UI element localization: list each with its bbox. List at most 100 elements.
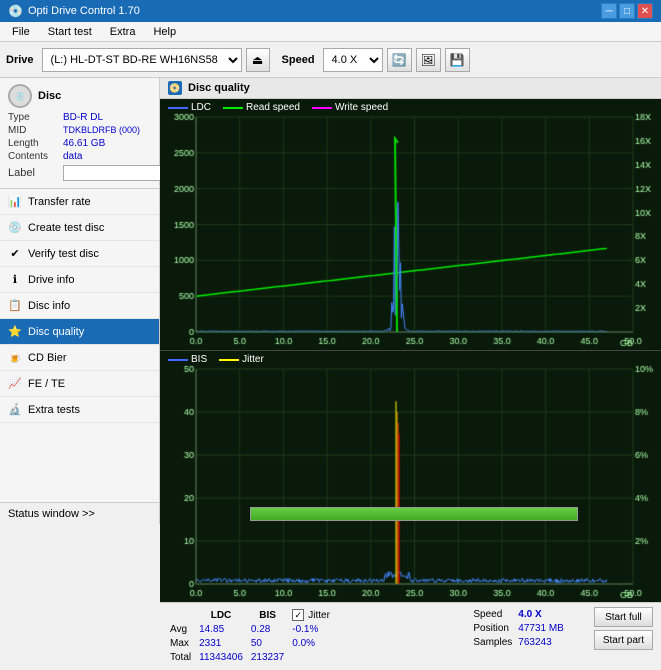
disc-label-label: Label <box>8 167 63 179</box>
speed-select[interactable]: 4.0 X 1.0 X 2.0 X 8.0 X <box>323 48 383 72</box>
disc-mid-row: MID TDKBLDRFB (000) <box>8 125 151 136</box>
disc-quality-title: Disc quality <box>188 82 250 94</box>
max-ldc: 2331 <box>199 638 249 650</box>
disc-contents-value: data <box>63 151 82 162</box>
verify-test-disc-icon: ✔ <box>8 247 22 261</box>
disc-length-row: Length 46.61 GB <box>8 138 151 149</box>
chart1-container: LDC Read speed Write speed <box>160 99 661 351</box>
disc-mid-label: MID <box>8 125 63 136</box>
drive-info-icon: ℹ <box>8 273 22 287</box>
jitter-legend-label: Jitter <box>242 354 264 365</box>
stats-right-table: Speed 4.0 X Position 47731 MB Samples 76… <box>471 607 570 651</box>
disc-label-row: Label ⚙ <box>8 164 151 182</box>
max-jitter: 0.0% <box>292 638 334 650</box>
app-title: Opti Drive Control 1.70 <box>28 5 140 17</box>
avg-label: Avg <box>170 624 197 636</box>
eject-button[interactable]: ⏏ <box>246 48 270 72</box>
menu-start-test[interactable]: Start test <box>40 24 100 40</box>
chart1-legend: LDC Read speed Write speed <box>168 102 388 113</box>
image-button[interactable]: 🖼 <box>416 48 441 72</box>
menu-extra[interactable]: Extra <box>102 24 144 40</box>
sidebar-item-disc-info-label: Disc info <box>28 300 70 312</box>
disc-length-value: 46.61 GB <box>63 138 105 149</box>
position-value: 47731 MB <box>518 623 568 635</box>
stats-right: Speed 4.0 X Position 47731 MB Samples 76… <box>471 607 570 651</box>
disc-section-title: Disc <box>38 90 61 102</box>
bis-col-header: BIS <box>251 609 290 622</box>
save-button[interactable]: 💾 <box>445 48 470 72</box>
sidebar-item-transfer-rate[interactable]: 📊 Transfer rate <box>0 189 159 215</box>
ldc-col-header: LDC <box>199 609 249 622</box>
legend-write-speed: Write speed <box>312 102 388 113</box>
sidebar-item-drive-info-label: Drive info <box>28 274 74 286</box>
title-bar-left: 💿 Opti Drive Control 1.70 <box>8 4 140 18</box>
extra-tests-icon: 🔬 <box>8 403 22 417</box>
sidebar-item-disc-quality[interactable]: ⭐ Disc quality <box>0 319 159 345</box>
sidebar-item-cd-bier-label: CD Bier <box>28 352 67 364</box>
status-window-label: Status window >> <box>8 508 95 520</box>
sidebar-item-create-test-disc[interactable]: 💿 Create test disc <box>0 215 159 241</box>
status-window-button[interactable]: Status window >> <box>0 503 160 524</box>
transfer-rate-icon: 📊 <box>8 195 22 209</box>
speed-right-label: Speed <box>473 609 516 621</box>
sidebar-item-extra-tests-label: Extra tests <box>28 404 80 416</box>
start-buttons: Start full Start part <box>594 607 653 650</box>
maximize-button[interactable]: □ <box>619 3 635 19</box>
start-part-button[interactable]: Start part <box>594 630 653 650</box>
disc-quality-icon: ⭐ <box>8 325 22 339</box>
jitter-checkbox[interactable]: ✓ <box>292 609 304 621</box>
total-bis: 213237 <box>251 652 290 664</box>
avg-bis: 0.28 <box>251 624 290 636</box>
main-layout: 💿 Disc Type BD-R DL MID TDKBLDRFB (000) … <box>0 78 661 502</box>
sidebar-item-drive-info[interactable]: ℹ Drive info <box>0 267 159 293</box>
avg-jitter: -0.1% <box>292 624 334 636</box>
disc-info-icon: 📋 <box>8 299 22 313</box>
disc-type-row: Type BD-R DL <box>8 112 151 123</box>
drive-label: Drive <box>6 54 34 66</box>
disc-quality-header-icon: 📀 <box>168 81 182 95</box>
chart2-legend: BIS Jitter <box>168 354 264 365</box>
sidebar-item-disc-quality-label: Disc quality <box>28 326 84 338</box>
stats-panel: LDC BIS ✓ Jitter Avg 14.85 0.28 -0.1% <box>160 602 661 670</box>
legend-ldc: LDC <box>168 102 211 113</box>
progress-bar-container <box>250 507 578 521</box>
read-speed-legend-label: Read speed <box>246 102 300 113</box>
jitter-section: ✓ Jitter <box>292 609 330 621</box>
refresh-button[interactable]: 🔄 <box>387 48 412 72</box>
right-panel: 📀 Disc quality LDC Read speed <box>160 78 661 502</box>
menu-file[interactable]: File <box>4 24 38 40</box>
sidebar-item-fe-te-label: FE / TE <box>28 378 65 390</box>
fe-te-icon: 📈 <box>8 377 22 391</box>
sidebar-item-disc-info[interactable]: 📋 Disc info <box>0 293 159 319</box>
menu-help[interactable]: Help <box>145 24 184 40</box>
minimize-button[interactable]: ─ <box>601 3 617 19</box>
sidebar-item-fe-te[interactable]: 📈 FE / TE <box>0 371 159 397</box>
chart2-container: BIS Jitter <box>160 351 661 602</box>
disc-type-value: BD-R DL <box>63 112 103 123</box>
chart1-canvas <box>160 99 661 350</box>
stats-table: LDC BIS ✓ Jitter Avg 14.85 0.28 -0.1% <box>168 607 336 666</box>
position-label: Position <box>473 623 516 635</box>
read-speed-legend-color <box>223 107 243 109</box>
legend-jitter: Jitter <box>219 354 264 365</box>
chart2-canvas <box>160 351 661 602</box>
disc-icon: 💿 <box>8 84 32 108</box>
sidebar-item-cd-bier[interactable]: 🍺 CD Bier <box>0 345 159 371</box>
menu-bar: File Start test Extra Help <box>0 22 661 42</box>
bis-legend-label: BIS <box>191 354 207 365</box>
speed-label: Speed <box>282 54 315 66</box>
start-full-button[interactable]: Start full <box>594 607 653 627</box>
sidebar-item-verify-test-disc-label: Verify test disc <box>28 248 99 260</box>
disc-contents-label: Contents <box>8 151 63 162</box>
disc-mid-value: TDKBLDRFB (000) <box>63 125 140 136</box>
close-button[interactable]: ✕ <box>637 3 653 19</box>
sidebar-item-extra-tests[interactable]: 🔬 Extra tests <box>0 397 159 423</box>
sidebar-item-verify-test-disc[interactable]: ✔ Verify test disc <box>0 241 159 267</box>
drive-select[interactable]: (L:) HL-DT-ST BD-RE WH16NS58 TST4 <box>42 48 242 72</box>
samples-value: 763243 <box>518 637 568 649</box>
write-speed-legend-color <box>312 107 332 109</box>
disc-length-label: Length <box>8 138 63 149</box>
total-label: Total <box>170 652 197 664</box>
sidebar-item-transfer-rate-label: Transfer rate <box>28 196 91 208</box>
jitter-label: Jitter <box>308 610 330 621</box>
